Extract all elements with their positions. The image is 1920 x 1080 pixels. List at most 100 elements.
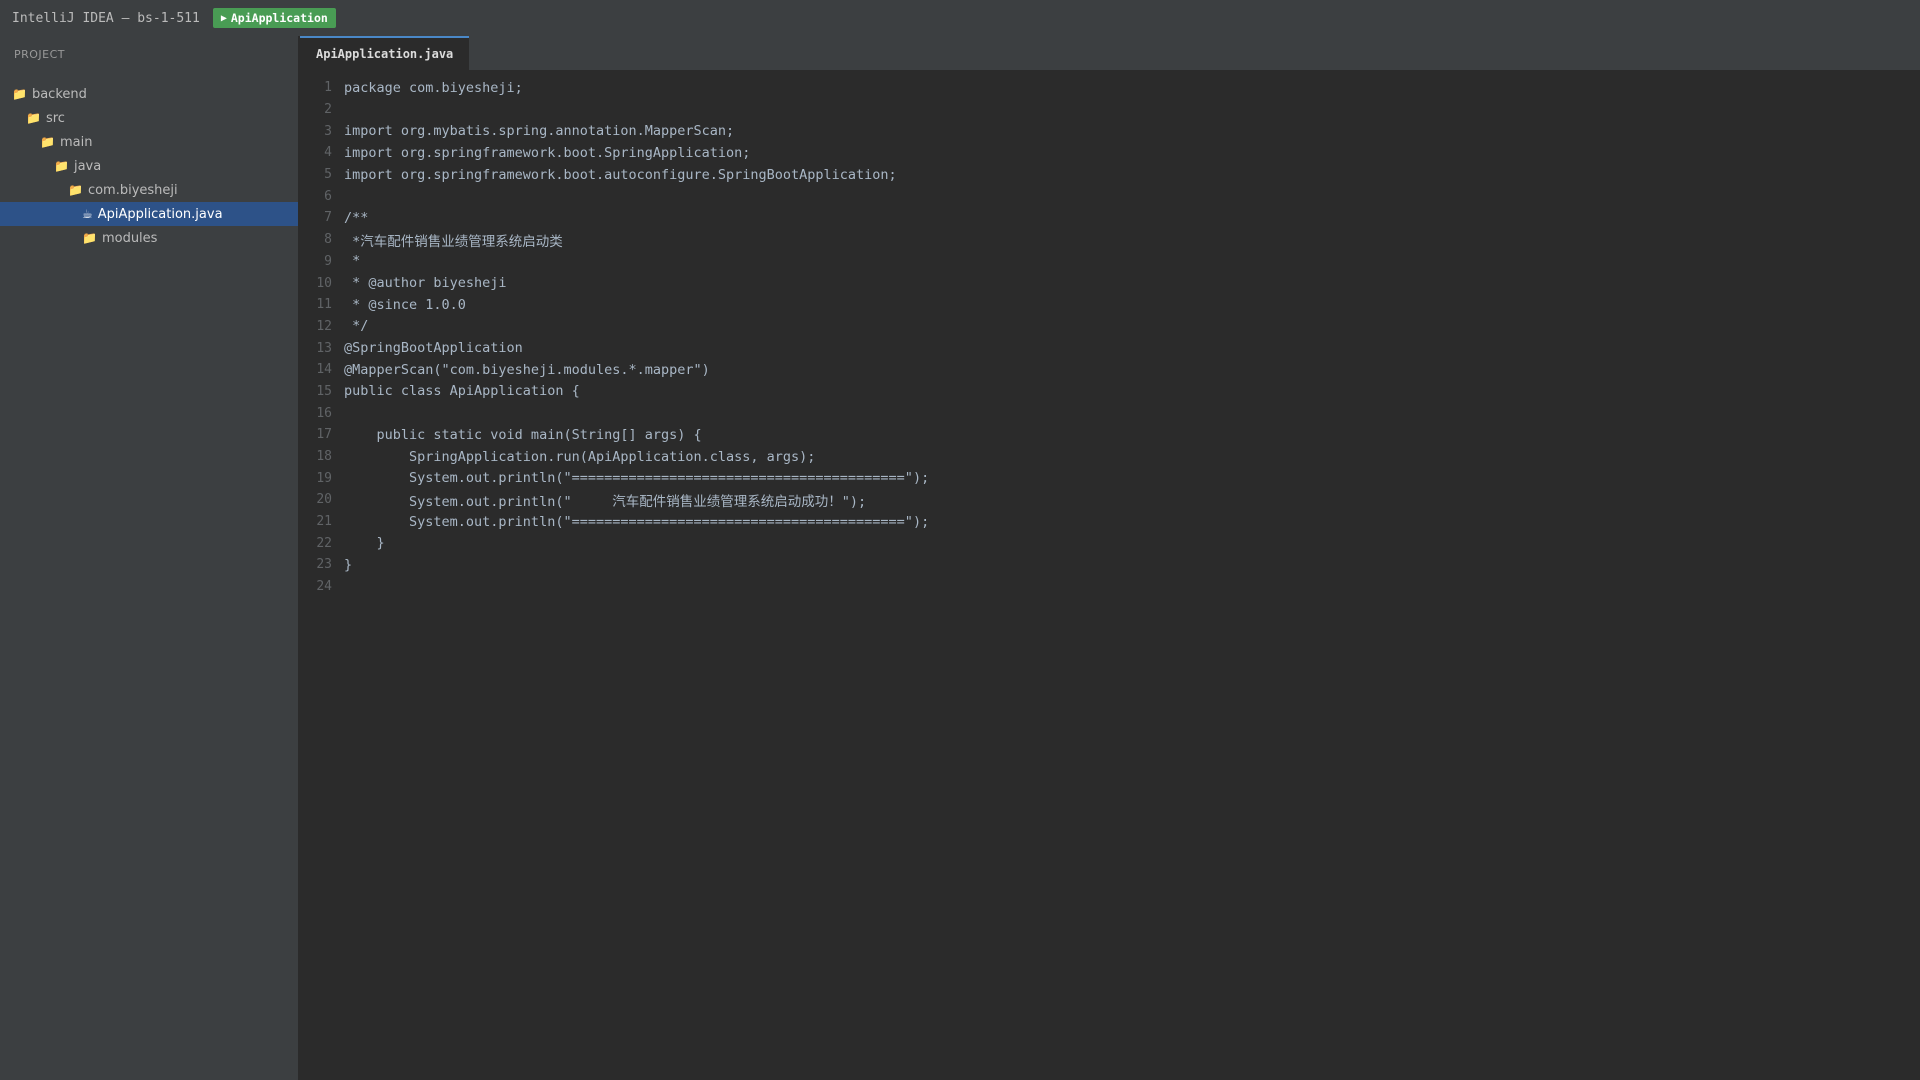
- line-number: 24: [316, 579, 332, 595]
- line-number: 19: [316, 470, 332, 486]
- play-icon: ▶: [220, 12, 227, 24]
- code-line: 14 @MapperScan("com.biyesheji.modules.*.m…: [300, 359, 1920, 381]
- folder-icon: 📁: [40, 135, 55, 149]
- tree-item-label: src: [45, 110, 65, 126]
- code-text: System.out.println("====================…: [344, 470, 930, 487]
- tree-item[interactable]: 📁 com.biyesheji: [0, 178, 298, 202]
- tree-item[interactable]: 📁 src: [0, 106, 298, 130]
- sidebar-header: PROJECT: [14, 47, 66, 61]
- line-number: 5: [324, 167, 332, 183]
- run-configuration-button[interactable]: ▶ ApiApplication: [212, 8, 336, 28]
- code-text: }: [344, 535, 385, 552]
- tree-item-label: modules: [101, 230, 158, 246]
- code-text: * @author biyesheji: [344, 275, 507, 292]
- code-line: 17 public static void main(String[] args…: [300, 424, 1920, 446]
- tree-item-label: java: [73, 158, 102, 174]
- folder-icon: 📁: [26, 111, 41, 125]
- tree-item-label: backend: [31, 86, 87, 102]
- code-text: package com.biyesheji;: [344, 79, 523, 96]
- code-line: 22 }: [300, 532, 1920, 554]
- code-line: 12 */: [300, 316, 1920, 338]
- tree-item[interactable]: 📁 main: [0, 130, 298, 154]
- tree-item[interactable]: ☕ ApiApplication.java: [0, 202, 298, 226]
- code-line: 19 System.out.println("=================…: [300, 467, 1920, 489]
- code-line: 2: [300, 99, 1920, 121]
- code-line: 5 import org.springframework.boot.autocon…: [300, 164, 1920, 186]
- code-line: 8 *汽车配件销售业绩管理系统启动类: [300, 229, 1920, 251]
- line-number: 16: [316, 405, 332, 421]
- code-line: 11 * @since 1.0.0: [300, 294, 1920, 316]
- code-text: *汽车配件销售业绩管理系统启动类: [344, 233, 563, 250]
- code-text: * @since 1.0.0: [344, 296, 466, 313]
- code-line: 20 System.out.println(" 汽车配件销售业绩管理系统启动成功…: [300, 489, 1920, 511]
- folder-icon: 📁: [82, 231, 97, 245]
- code-text: System.out.println("====================…: [344, 513, 930, 530]
- line-number: 2: [324, 102, 332, 118]
- line-number: 6: [324, 188, 332, 204]
- tree-item[interactable]: 📁 modules: [0, 226, 298, 250]
- code-line: 9 *: [300, 251, 1920, 273]
- code-text: *: [344, 253, 361, 270]
- line-number: 13: [316, 340, 332, 356]
- line-number: 20: [316, 492, 332, 508]
- code-line: 1 package com.biyesheji;: [300, 77, 1920, 99]
- code-text: public static void main(String[] args) {: [344, 426, 702, 443]
- java-file-icon: ☕: [82, 207, 93, 221]
- line-number: 12: [316, 318, 332, 334]
- line-number: 3: [324, 123, 332, 139]
- line-number: 17: [316, 427, 332, 443]
- code-text: @SpringBootApplication: [344, 340, 523, 357]
- code-line: 15 public class ApiApplication {: [300, 381, 1920, 403]
- tree-item-label: main: [59, 134, 93, 150]
- line-number: 14: [316, 362, 332, 378]
- code-line: 16: [300, 402, 1920, 424]
- code-text: SpringApplication.run(ApiApplication.cla…: [344, 448, 816, 465]
- project-tree: 📁 backend 📁 src 📁 main 📁 java 📁 com.biyesheji ☕ Api…: [0, 82, 298, 250]
- tree-item[interactable]: 📁 backend: [0, 82, 298, 106]
- editor-panel: ApiApplication.java 1 package com.biyeshe…: [300, 36, 1920, 1080]
- code-text: /**: [344, 209, 369, 226]
- code-line: 23}: [300, 554, 1920, 576]
- line-number: 21: [316, 514, 332, 530]
- code-text: */: [344, 318, 369, 335]
- line-number: 23: [316, 557, 332, 573]
- code-text: import org.springframework.boot.SpringAp…: [344, 144, 751, 161]
- line-number: 9: [324, 253, 332, 269]
- line-number: 1: [324, 80, 332, 96]
- line-number: 7: [324, 210, 332, 226]
- editor-tab-bar: ApiApplication.java: [300, 36, 1920, 70]
- line-number: 4: [324, 145, 332, 161]
- code-line: 3 import org.mybatis.spring.annotation.Ma…: [300, 120, 1920, 142]
- window-title: IntelliJ IDEA — bs-1-511: [12, 10, 200, 26]
- tree-item[interactable]: 📁 java: [0, 154, 298, 178]
- line-number: 11: [316, 297, 332, 313]
- code-line: 10 * @author biyesheji: [300, 272, 1920, 294]
- code-line: 24: [300, 576, 1920, 598]
- code-line: 7 /**: [300, 207, 1920, 229]
- tree-item-label: com.biyesheji: [87, 182, 178, 198]
- line-number: 22: [316, 535, 332, 551]
- tab-api-application[interactable]: ApiApplication.java: [300, 36, 470, 70]
- folder-icon: 📁: [68, 183, 83, 197]
- folder-icon: 📁: [54, 159, 69, 173]
- code-text: System.out.println(" 汽车配件销售业绩管理系统启动成功！")…: [344, 493, 867, 510]
- line-number: 15: [316, 383, 332, 399]
- line-number: 8: [324, 232, 332, 248]
- code-line: 6: [300, 185, 1920, 207]
- line-number: 10: [316, 275, 332, 291]
- code-text: public class ApiApplication {: [344, 383, 580, 400]
- project-sidebar: PROJECT 📁 backend 📁 src 📁 main 📁 java 📁 com.biyes…: [0, 36, 299, 1080]
- code-text: import org.mybatis.spring.annotation.Map…: [344, 123, 735, 140]
- code-line: 18 SpringApplication.run(ApiApplication.…: [300, 446, 1920, 468]
- code-line: 21 System.out.println("=================…: [300, 511, 1920, 533]
- title-bar: IntelliJ IDEA — bs-1-511 ▶ ApiApplicatio…: [0, 0, 1920, 36]
- tree-item-label: ApiApplication.java: [97, 206, 223, 222]
- line-number: 18: [316, 449, 332, 465]
- code-area[interactable]: 1 package com.biyesheji; 2 3 import org.myba…: [300, 70, 1920, 598]
- folder-icon: 📁: [12, 87, 27, 101]
- code-text: import org.springframework.boot.autoconf…: [344, 166, 897, 183]
- code-line: 4 import org.springframework.boot.SpringA…: [300, 142, 1920, 164]
- code-text: @MapperScan("com.biyesheji.modules.*.map…: [344, 361, 710, 378]
- code-text: }: [344, 556, 353, 573]
- code-line: 13 @SpringBootApplication: [300, 337, 1920, 359]
